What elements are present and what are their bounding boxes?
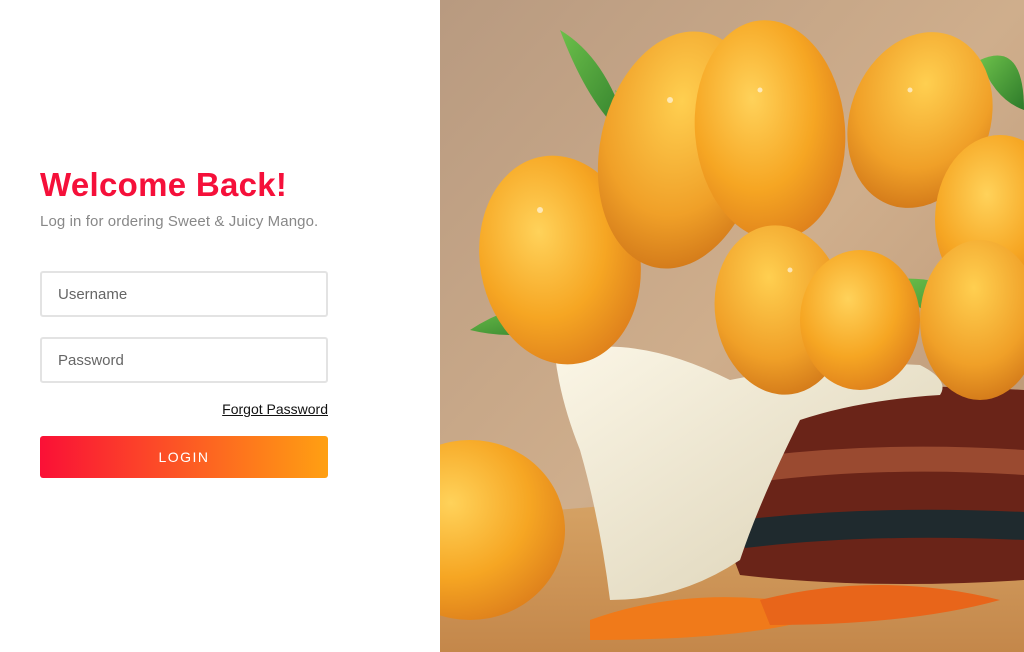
mango [800,250,920,390]
password-input[interactable] [40,337,328,383]
login-form: Welcome Back! Log in for ordering Sweet … [40,163,328,478]
username-input[interactable] [40,271,328,317]
forgot-password-link[interactable]: Forgot Password [222,401,328,417]
login-page: Welcome Back! Log in for ordering Sweet … [0,0,1024,652]
hero-image [440,0,1024,652]
login-button[interactable]: LOGIN [40,436,328,478]
mango-basket-photo [440,0,1024,652]
login-panel: Welcome Back! Log in for ordering Sweet … [0,0,440,652]
forgot-password-row: Forgot Password [40,401,328,419]
page-title: Welcome Back! [40,166,288,203]
page-subtitle: Log in for ordering Sweet & Juicy Mango. [40,213,319,230]
